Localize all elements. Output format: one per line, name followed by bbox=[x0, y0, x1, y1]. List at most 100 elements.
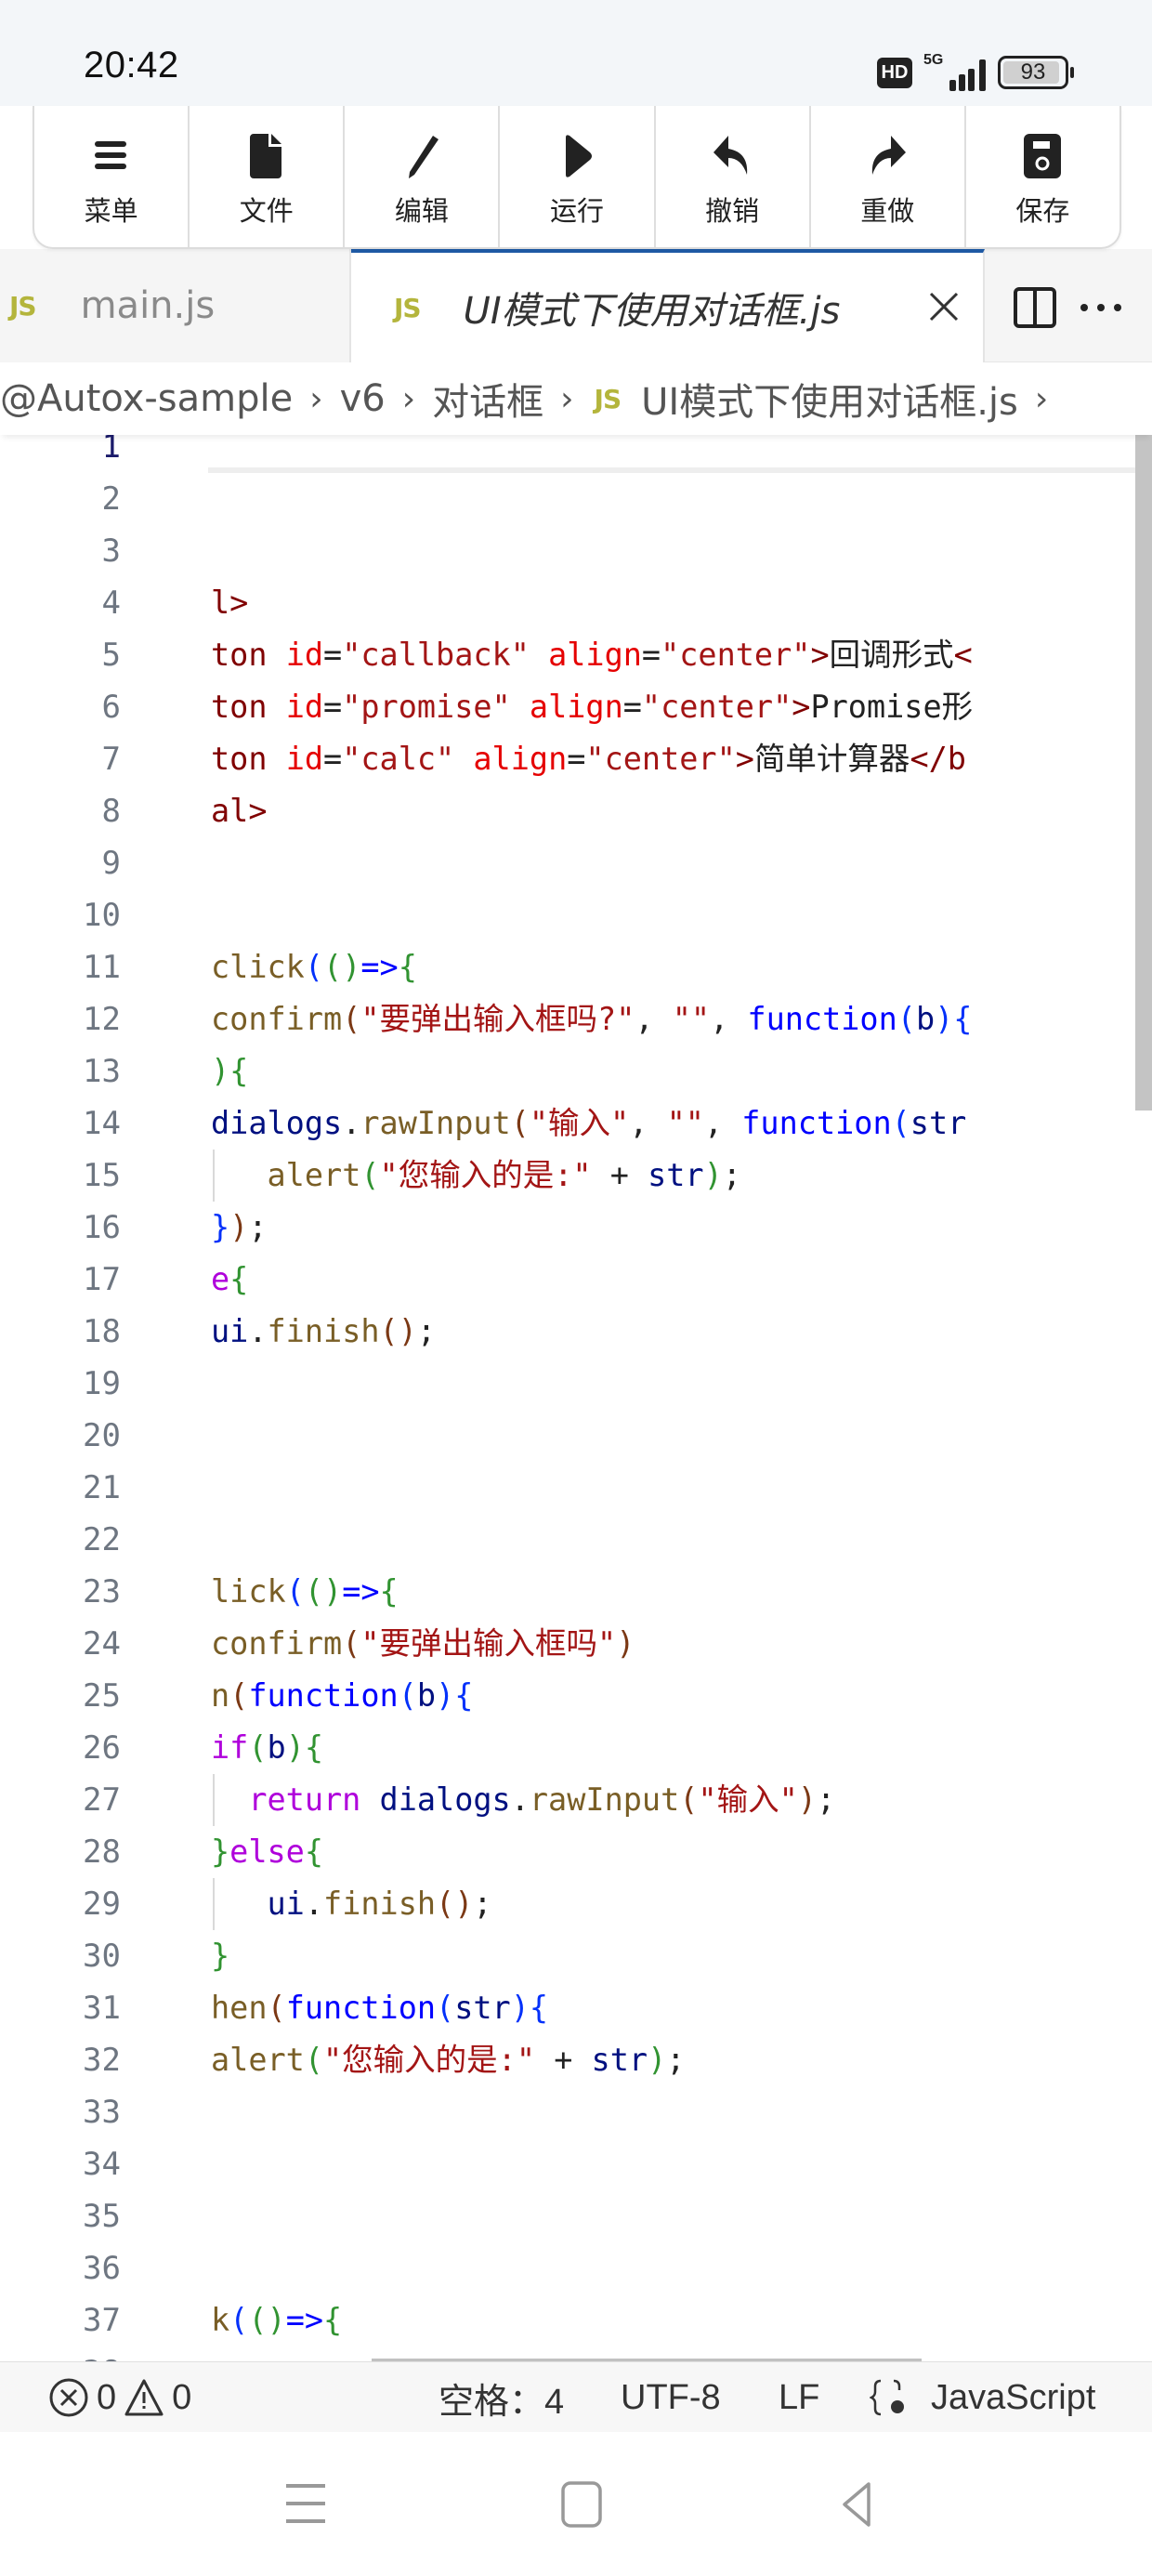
menu-button[interactable]: 菜单 bbox=[34, 106, 190, 247]
cellular-signal-icon: 5G bbox=[923, 52, 987, 91]
line-number: 24 bbox=[83, 1625, 121, 1663]
breadcrumb-item-root[interactable]: @Autox-sample bbox=[0, 377, 293, 420]
code-token: { bbox=[323, 2302, 343, 2338]
line-number: 9 bbox=[101, 845, 121, 882]
code-line[interactable]: 17 e{ bbox=[0, 1254, 1152, 1306]
code-line[interactable]: 25 n(function(b){ bbox=[0, 1670, 1152, 1722]
code-token: "要弹出输入框吗?" bbox=[360, 1001, 635, 1037]
vertical-scrollbar[interactable] bbox=[1135, 432, 1152, 1111]
code-line[interactable]: 4 l> bbox=[0, 577, 1152, 629]
code-token: rawInput bbox=[360, 1105, 511, 1141]
undo-button[interactable]: 撤销 bbox=[656, 106, 811, 247]
file-button[interactable]: 文件 bbox=[190, 106, 346, 247]
code-token: ; bbox=[248, 1209, 268, 1245]
recent-apps-icon[interactable] bbox=[279, 2480, 334, 2529]
code-token: ton bbox=[211, 637, 286, 673]
code-text: ui.finish(); bbox=[211, 1306, 436, 1358]
code-line[interactable]: 6 ton id="promise" align="center">Promise… bbox=[0, 681, 1152, 733]
code-line[interactable]: 29 ui.finish(); bbox=[0, 1878, 1152, 1930]
run-button-label: 运行 bbox=[549, 195, 604, 227]
code-line[interactable]: 15 alert("您输入的是:" + str); bbox=[0, 1150, 1152, 1202]
encoding-setting[interactable]: UTF-8 bbox=[621, 2362, 721, 2433]
breadcrumb-item-file[interactable]: UI模式下使用对话框.js bbox=[641, 372, 1018, 426]
code-token: , bbox=[635, 1001, 673, 1037]
close-icon[interactable] bbox=[923, 286, 964, 327]
edit-button[interactable]: 编辑 bbox=[345, 106, 501, 247]
code-line[interactable]: 16}); bbox=[0, 1202, 1152, 1254]
code-token: ) bbox=[935, 1001, 954, 1037]
line-number: 16 bbox=[83, 1209, 121, 1246]
code-token: str bbox=[648, 1157, 704, 1193]
code-line[interactable]: 21 bbox=[0, 1462, 1152, 1514]
code-line[interactable]: 19 bbox=[0, 1358, 1152, 1410]
save-button-label: 保存 bbox=[1015, 195, 1070, 227]
code-line[interactable]: 26 if(b){ bbox=[0, 1722, 1152, 1774]
signal-bar bbox=[949, 80, 956, 91]
code-line[interactable]: 20 bbox=[0, 1410, 1152, 1462]
save-button[interactable]: 保存 bbox=[966, 106, 1119, 247]
code-line[interactable]: 14 dialogs.rawInput("输入", "", function(st… bbox=[0, 1097, 1152, 1150]
code-token: e bbox=[211, 1261, 230, 1297]
indentation-setting[interactable]: 空格：4 bbox=[439, 2362, 564, 2433]
breadcrumb-item-folder[interactable]: 对话框 bbox=[432, 372, 543, 426]
code-token: ( bbox=[510, 1105, 530, 1141]
line-number: 18 bbox=[83, 1313, 121, 1350]
code-line[interactable]: 36 bbox=[0, 2242, 1152, 2294]
code-line[interactable]: 35 bbox=[0, 2190, 1152, 2242]
code-token: function bbox=[741, 1105, 892, 1141]
split-editor-icon[interactable] bbox=[1013, 286, 1057, 329]
code-line[interactable]: 2 bbox=[0, 473, 1152, 525]
play-icon bbox=[565, 135, 592, 177]
code-line[interactable]: 10 bbox=[0, 889, 1152, 941]
code-token: "输入" bbox=[698, 1781, 798, 1818]
back-icon[interactable] bbox=[831, 2480, 887, 2529]
code-line[interactable]: 11 click(()=>{ bbox=[0, 941, 1152, 993]
line-number: 20 bbox=[83, 1417, 121, 1454]
code-token: "" bbox=[672, 1001, 711, 1037]
code-token: ( bbox=[304, 2042, 324, 2078]
code-line[interactable]: 13){ bbox=[0, 1045, 1152, 1097]
code-line[interactable]: 32 alert("您输入的是:" + str); bbox=[0, 2034, 1152, 2086]
code-line[interactable]: 31 hen(function(str){ bbox=[0, 1982, 1152, 2034]
code-line[interactable]: 18 ui.finish(); bbox=[0, 1306, 1152, 1358]
code-token: > bbox=[810, 637, 830, 673]
system-navigation-bar bbox=[0, 2432, 1152, 2576]
redo-button[interactable]: 重做 bbox=[811, 106, 966, 247]
language-mode[interactable]: JavaScript bbox=[870, 2362, 1095, 2433]
code-line[interactable]: 24 confirm("要弹出输入框吗") bbox=[0, 1618, 1152, 1670]
menu-icon bbox=[94, 141, 126, 169]
code-token: al> bbox=[211, 793, 268, 829]
code-line[interactable]: 23 lick(()=>{ bbox=[0, 1566, 1152, 1618]
code-token: ) bbox=[285, 1729, 305, 1766]
code-line[interactable]: 12 confirm("要弹出输入框吗?", "", function(b){ bbox=[0, 993, 1152, 1045]
code-line[interactable]: 28}else{ bbox=[0, 1826, 1152, 1878]
code-line[interactable]: 5 ton id="callback" align="center">回调形式< bbox=[0, 629, 1152, 681]
code-text: dialogs.rawInput("输入", "", function(str bbox=[211, 1097, 966, 1150]
code-line[interactable]: 30} bbox=[0, 1930, 1152, 1982]
tab-dialog-js[interactable]: JS UI模式下使用对话框.js bbox=[351, 249, 985, 362]
run-button[interactable]: 运行 bbox=[500, 106, 656, 247]
code-token: ( bbox=[229, 2302, 249, 2338]
home-icon[interactable] bbox=[556, 2480, 611, 2529]
line-ending-setting[interactable]: LF bbox=[779, 2362, 819, 2433]
code-line[interactable]: 3 bbox=[0, 525, 1152, 577]
code-text: confirm("要弹出输入框吗") bbox=[211, 1618, 635, 1670]
code-line[interactable]: 8 al> bbox=[0, 785, 1152, 837]
code-token: function bbox=[285, 1990, 437, 2026]
breadcrumb-item-v6[interactable]: v6 bbox=[340, 377, 386, 420]
code-line[interactable]: 34 bbox=[0, 2138, 1152, 2190]
tab-main-js[interactable]: JS main.js bbox=[0, 249, 351, 362]
code-line[interactable]: 22 bbox=[0, 1514, 1152, 1566]
tab-label: UI模式下使用对话框.js bbox=[463, 290, 841, 333]
code-line[interactable]: 33 bbox=[0, 2086, 1152, 2138]
code-editor[interactable]: 1 2 3 4 l> 5 ton id="callback" align="center">… bbox=[0, 421, 1152, 2361]
more-icon[interactable] bbox=[1078, 301, 1124, 314]
code-line[interactable]: 37 k(()=>{ bbox=[0, 2294, 1152, 2346]
code-token: if bbox=[211, 1729, 249, 1766]
line-number: 17 bbox=[83, 1261, 121, 1298]
code-token: else bbox=[229, 1833, 305, 1870]
problems-indicator[interactable]: 0 0 bbox=[48, 2362, 191, 2433]
code-line[interactable]: 27 return dialogs.rawInput("输入"); bbox=[0, 1774, 1152, 1826]
code-line[interactable]: 9 bbox=[0, 837, 1152, 889]
code-line[interactable]: 7 ton id="calc" align="center">简单计算器</b bbox=[0, 733, 1152, 785]
